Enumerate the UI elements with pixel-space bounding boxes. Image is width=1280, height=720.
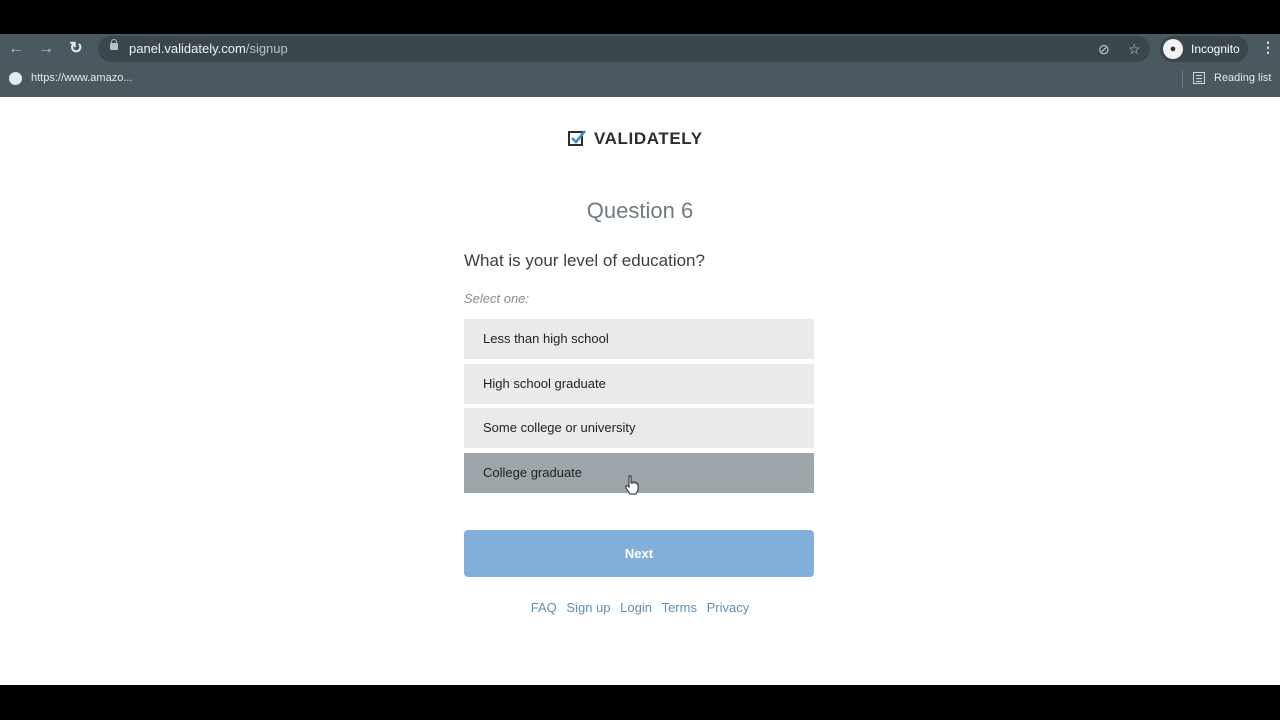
option-label: College graduate: [483, 465, 583, 480]
star-icon[interactable]: ☆: [1128, 41, 1141, 58]
eye-off-icon[interactable]: ⊘: [1098, 41, 1110, 58]
incognito-badge[interactable]: ● Incognito: [1160, 36, 1248, 62]
incognito-label: Incognito: [1191, 42, 1240, 56]
option-label: Some college or university: [483, 420, 636, 435]
checkbox-logo-icon: [568, 130, 586, 146]
back-icon[interactable]: ←: [6, 39, 26, 59]
browser-chrome: ← → ↻ panel.validately.com/signup ⊘ ☆ ● …: [0, 34, 1280, 97]
footer-link-signup[interactable]: Sign up: [566, 600, 610, 615]
reading-list-icon: [1193, 72, 1205, 84]
footer-link-privacy[interactable]: Privacy: [707, 600, 750, 615]
question-text: What is your level of education?: [464, 251, 705, 270]
option-some-college[interactable]: Some college or university: [464, 408, 814, 448]
reload-icon[interactable]: ↻: [66, 39, 86, 59]
screen-top-border: [0, 0, 1280, 34]
next-button[interactable]: Next: [464, 530, 814, 577]
option-label: High school graduate: [483, 376, 606, 391]
globe-icon: [9, 72, 22, 85]
bookmarks-separator: [1182, 70, 1183, 88]
url-text[interactable]: panel.validately.com/signup: [129, 41, 288, 56]
select-hint: Select one:: [464, 291, 530, 306]
footer-link-login[interactable]: Login: [620, 600, 652, 615]
forward-icon[interactable]: →: [36, 39, 56, 59]
page-content: VALIDATELY Question 6 What is your level…: [0, 97, 1280, 685]
browser-toolbar: ← → ↻ panel.validately.com/signup ⊘ ☆ ● …: [0, 34, 1280, 64]
footer-links: FAQ Sign up Login Terms Privacy: [0, 600, 1280, 615]
footer-link-terms[interactable]: Terms: [662, 600, 697, 615]
more-menu-icon[interactable]: ⋮: [1261, 39, 1275, 56]
logo-text: VALIDATELY: [594, 129, 703, 148]
bookmarks-bar: https://www.amazo... Reading list: [0, 66, 1280, 92]
lock-icon: [110, 39, 118, 50]
option-less-than-high-school[interactable]: Less than high school: [464, 319, 814, 359]
reading-list-button[interactable]: Reading list: [1214, 72, 1271, 84]
question-number: Question 6: [586, 198, 694, 223]
address-bar[interactable]: panel.validately.com/signup ⊘ ☆: [98, 36, 1150, 62]
url-host: panel.validately.com: [129, 41, 246, 56]
option-high-school-graduate[interactable]: High school graduate: [464, 364, 814, 404]
incognito-icon: ●: [1163, 39, 1183, 59]
hand-cursor-icon: [625, 475, 639, 495]
footer-link-faq[interactable]: FAQ: [531, 600, 557, 615]
option-label: Less than high school: [483, 331, 609, 346]
screen-bottom-border: [0, 685, 1280, 720]
url-path: /signup: [245, 41, 288, 56]
bookmark-item[interactable]: https://www.amazo...: [31, 72, 132, 84]
